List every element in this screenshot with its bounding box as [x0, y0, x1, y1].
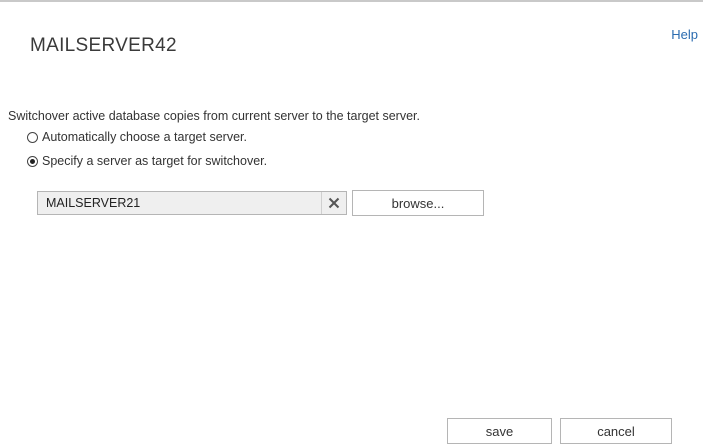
browse-button[interactable]: browse...	[352, 190, 484, 216]
radio-label-automatic: Automatically choose a target server.	[42, 130, 247, 144]
instruction-text: Switchover active database copies from c…	[8, 109, 420, 123]
radio-button-checked[interactable]	[27, 155, 38, 167]
switchover-dialog: Help MAILSERVER42 Switchover active data…	[0, 0, 703, 448]
cancel-button[interactable]: cancel	[560, 418, 672, 444]
clear-button[interactable]	[321, 192, 346, 214]
save-button[interactable]: save	[447, 418, 552, 444]
target-server-value: MAILSERVER21	[46, 196, 141, 210]
help-link[interactable]: Help	[671, 27, 698, 42]
radio-label-specify-server: Specify a server as target for switchove…	[42, 154, 268, 168]
radio-button-unchecked[interactable]	[27, 131, 38, 143]
target-server-field[interactable]: MAILSERVER21	[37, 191, 347, 215]
page-title: MAILSERVER42	[30, 35, 177, 56]
radio-option-specify-server[interactable]: Specify a server as target for switchove…	[27, 154, 267, 168]
close-icon	[328, 197, 340, 209]
radio-option-automatic[interactable]: Automatically choose a target server.	[27, 130, 247, 144]
